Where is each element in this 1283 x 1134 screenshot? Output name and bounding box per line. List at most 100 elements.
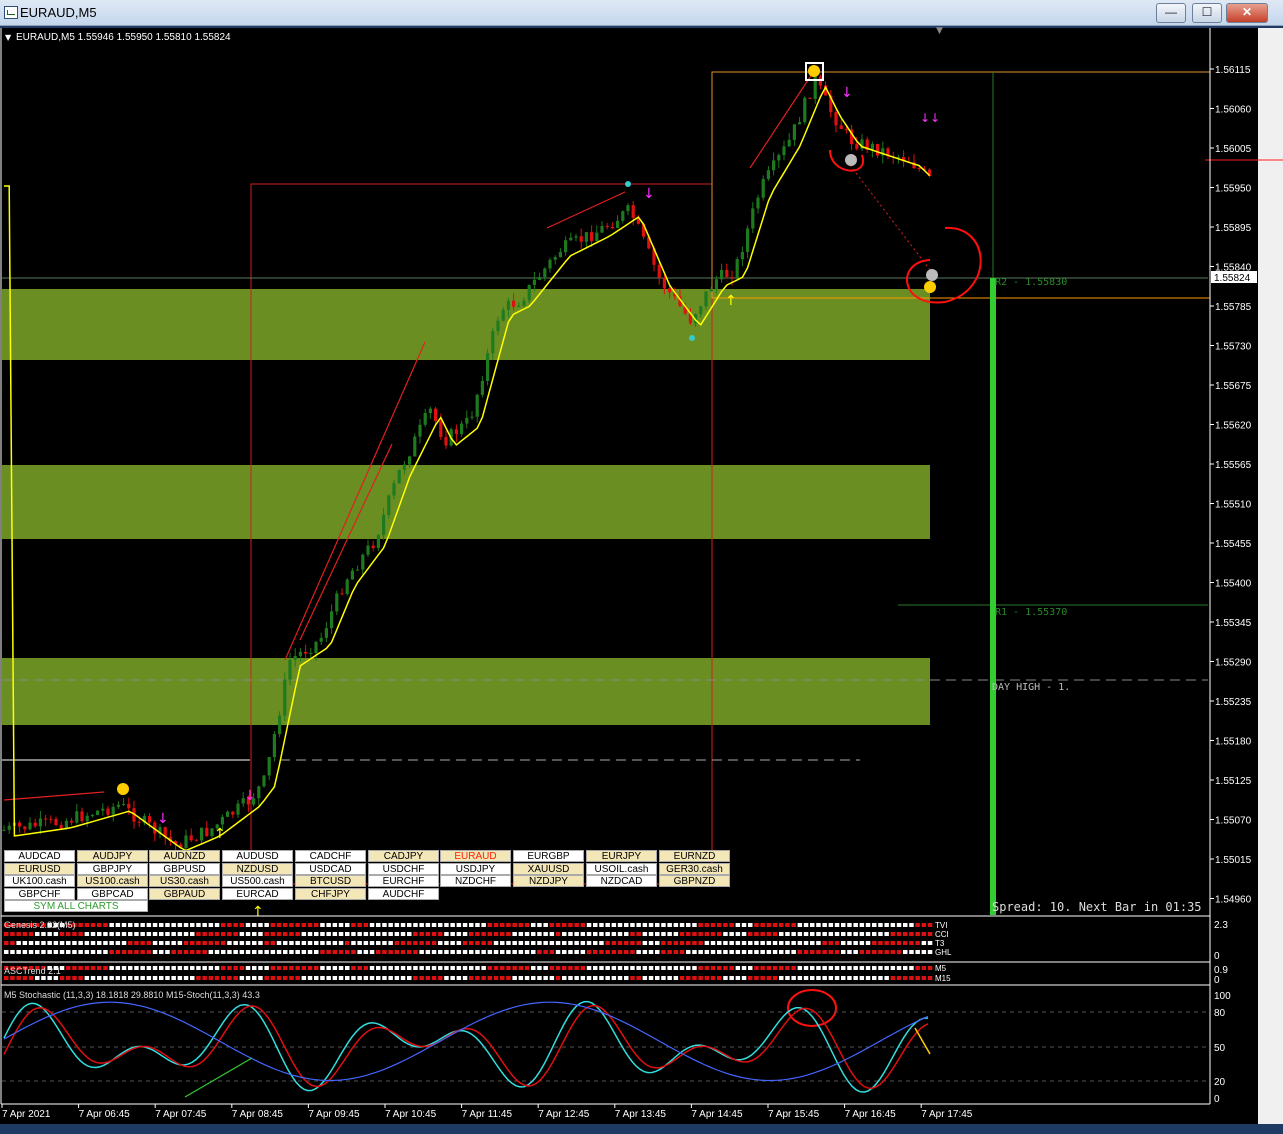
signal-dot-cell [803, 966, 809, 970]
symbol-button-btcusd[interactable]: BTCUSD [295, 875, 366, 887]
signal-dot-cell [103, 966, 108, 970]
symbol-button-nzdchf[interactable]: NZDCHF [440, 875, 511, 887]
symbol-button-us500-cash[interactable]: US500.cash [222, 875, 293, 887]
symbol-button-audcad[interactable]: AUDCAD [4, 850, 75, 862]
signal-dot-cell [847, 950, 852, 954]
signal-dot-cell [66, 932, 71, 936]
sym-all-charts-button[interactable]: SYM ALL CHARTS [4, 900, 148, 912]
symbol-button-usoil-cash[interactable]: USOIL.cash [586, 862, 657, 875]
signal-dot-cell [754, 950, 759, 954]
signal-dot-cell [53, 941, 59, 945]
signal-dot-cell [307, 976, 313, 980]
signal-dot-cell [221, 950, 226, 954]
signal-dot-cell [258, 941, 263, 945]
symbol-button-cadjpy[interactable]: CADJPY [368, 850, 439, 862]
signal-dot-cell [351, 941, 356, 945]
signal-dot-cell [320, 932, 325, 936]
symbol-button-xauusd[interactable]: XAUUSD [513, 862, 584, 875]
candle-body [543, 268, 547, 278]
symbol-button-eurnzd[interactable]: EURNZD [659, 850, 730, 862]
symbol-button-usdchf[interactable]: USDCHF [368, 862, 439, 875]
candle-body [288, 659, 292, 680]
signal-dot-cell [214, 932, 220, 936]
signal-dot-cell [679, 950, 685, 954]
symbol-button-audjpy[interactable]: AUDJPY [77, 850, 148, 862]
signal-dot-cell [239, 923, 245, 927]
symbol-button-usdcad[interactable]: USDCAD [295, 862, 366, 875]
signal-dot-cell [16, 932, 21, 936]
candle-body [262, 775, 266, 787]
signal-dot-cell [537, 950, 542, 954]
green-bar [990, 278, 996, 915]
signal-dot-cell [245, 950, 251, 954]
symbol-button-audnzd[interactable]: AUDNZD [149, 850, 220, 862]
symbol-button-nzdjpy[interactable]: NZDJPY [513, 875, 584, 887]
symbol-button-gbpusd[interactable]: GBPUSD [149, 862, 220, 875]
symbol-button-uk100-cash[interactable]: UK100.cash [4, 875, 75, 887]
signal-dot-cell [531, 932, 536, 936]
symbol-button-eurusd[interactable]: EURUSD [4, 862, 75, 875]
signal-dot-cell [35, 976, 40, 980]
signal-dot-cell [679, 976, 685, 980]
signal-dot-cell [741, 941, 747, 945]
signal-dot-cell [611, 941, 617, 945]
signal-dot-cell [810, 923, 815, 927]
signal-dot-cell [679, 941, 685, 945]
symbol-button-usdjpy[interactable]: USDJPY [440, 862, 511, 875]
signal-dot-cell [289, 950, 294, 954]
symbol-button-eurchf[interactable]: EURCHF [368, 875, 439, 887]
candle-body [18, 822, 22, 827]
symbol-button-us30-cash[interactable]: US30.cash [149, 875, 220, 887]
candle-body [787, 139, 791, 147]
symbol-button-audchf[interactable]: AUDCHF [368, 887, 439, 900]
symbol-button-euraud[interactable]: EURAUD [440, 850, 511, 862]
signal-dot-cell [369, 950, 375, 954]
signal-dot-cell [803, 941, 809, 945]
signal-dot-cell [159, 976, 164, 980]
candle-body [272, 734, 276, 758]
symbol-button-us100-cash[interactable]: US100.cash [77, 875, 148, 887]
signal-dot-cell [388, 966, 393, 970]
symbol-button-gbpcad[interactable]: GBPCAD [77, 887, 148, 900]
shift-marker-icon[interactable]: ▼ [936, 26, 943, 36]
signal-dot-cell [4, 941, 9, 945]
symbol-button-eurcad[interactable]: EURCAD [222, 887, 293, 900]
candle-body [376, 535, 380, 549]
signal-dot-cell [59, 950, 65, 954]
collapse-triangle-icon[interactable]: ▼ [5, 33, 12, 42]
symbol-button-ger30-cash[interactable]: GER30.cash [659, 862, 730, 875]
symbol-button-cadchf[interactable]: CADCHF [295, 850, 366, 862]
signal-dot-cell [407, 923, 412, 927]
symbol-button-gbpjpy[interactable]: GBPJPY [77, 862, 148, 875]
symbol-button-chfjpy[interactable]: CHFJPY [295, 887, 366, 900]
signal-dot-cell [847, 976, 852, 980]
signal-dot-cell [822, 950, 827, 954]
stoch-trendline [184, 1057, 253, 1098]
signal-dot-cell [326, 932, 331, 936]
signal-dot-cell [890, 923, 896, 927]
signal-dot-cell [655, 976, 660, 980]
signal-dot-cell [233, 950, 238, 954]
signal-dot-cell [407, 941, 412, 945]
signal-dot-cell [580, 941, 586, 945]
symbol-button-eurgbp[interactable]: EURGBP [513, 850, 584, 862]
signal-dot-cell [450, 950, 455, 954]
signal-dot-cell [748, 966, 753, 970]
signal-dot-cell [469, 950, 474, 954]
time-label: 7 Apr 13:45 [615, 1109, 667, 1120]
signal-dot-cell [221, 923, 226, 927]
symbol-button-nzdusd[interactable]: NZDUSD [222, 862, 293, 875]
symbol-button-nzdcad[interactable]: NZDCAD [586, 875, 657, 887]
symbol-button-eurjpy[interactable]: EURJPY [586, 850, 657, 862]
price-label: 1.55620 [1215, 421, 1252, 432]
symbol-button-audusd[interactable]: AUDUSD [222, 850, 293, 862]
signal-dot-cell [779, 950, 784, 954]
symbol-button-gbpchf[interactable]: GBPCHF [4, 887, 75, 900]
time-label: 7 Apr 08:45 [232, 1109, 284, 1120]
signal-dot-cell [97, 941, 102, 945]
symbol-button-gbpaud[interactable]: GBPAUD [149, 887, 220, 900]
candle-body [418, 424, 422, 437]
signal-dot-cell [171, 966, 176, 970]
symbol-button-gbpnzd[interactable]: GBPNZD [659, 875, 730, 887]
candle-body [293, 655, 297, 660]
